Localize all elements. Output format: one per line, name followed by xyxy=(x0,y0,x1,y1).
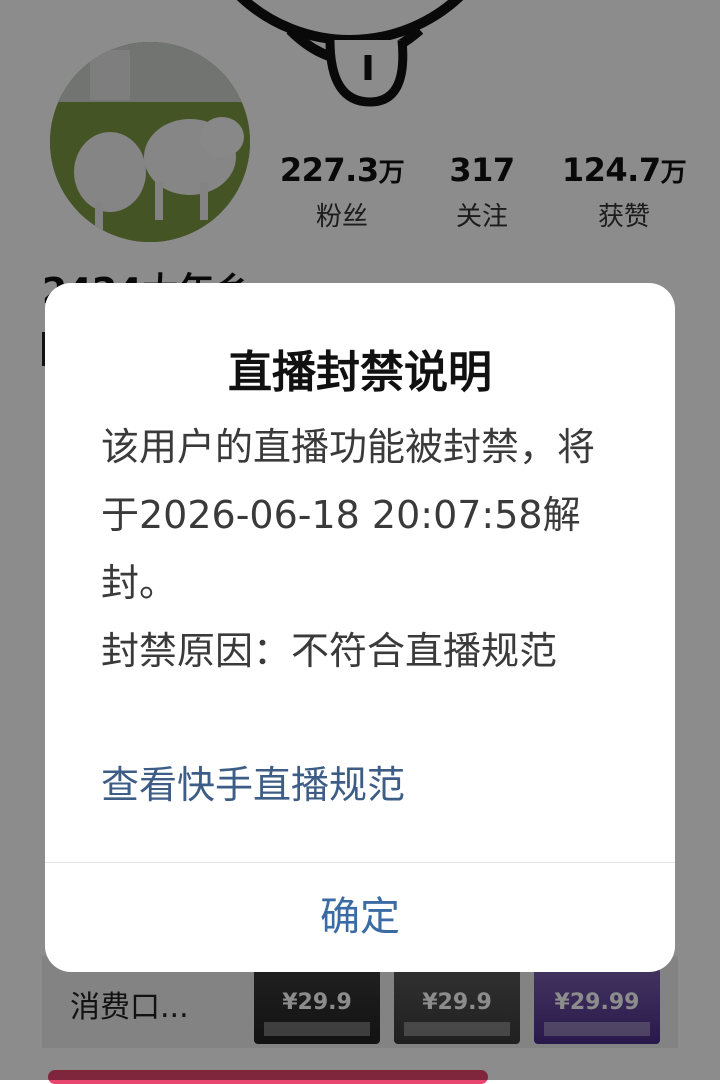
dialog-body: 该用户的直播功能被封禁，将于2026-06-18 20:07:58解封。 封禁原… xyxy=(101,413,621,685)
dialog-title: 直播封禁说明 xyxy=(228,347,492,398)
live-rules-link[interactable]: 查看快手直播规范 xyxy=(101,751,405,819)
ban-notice-dialog: 直播封禁说明 该用户的直播功能被封禁，将于2026-06-18 20:07:58… xyxy=(45,283,675,972)
confirm-button[interactable]: 确定 xyxy=(45,863,675,972)
ban-message: 该用户的直播功能被封禁，将于2026-06-18 20:07:58解封。 xyxy=(101,425,596,605)
ban-reason: 封禁原因：不符合直播规范 xyxy=(101,629,558,673)
